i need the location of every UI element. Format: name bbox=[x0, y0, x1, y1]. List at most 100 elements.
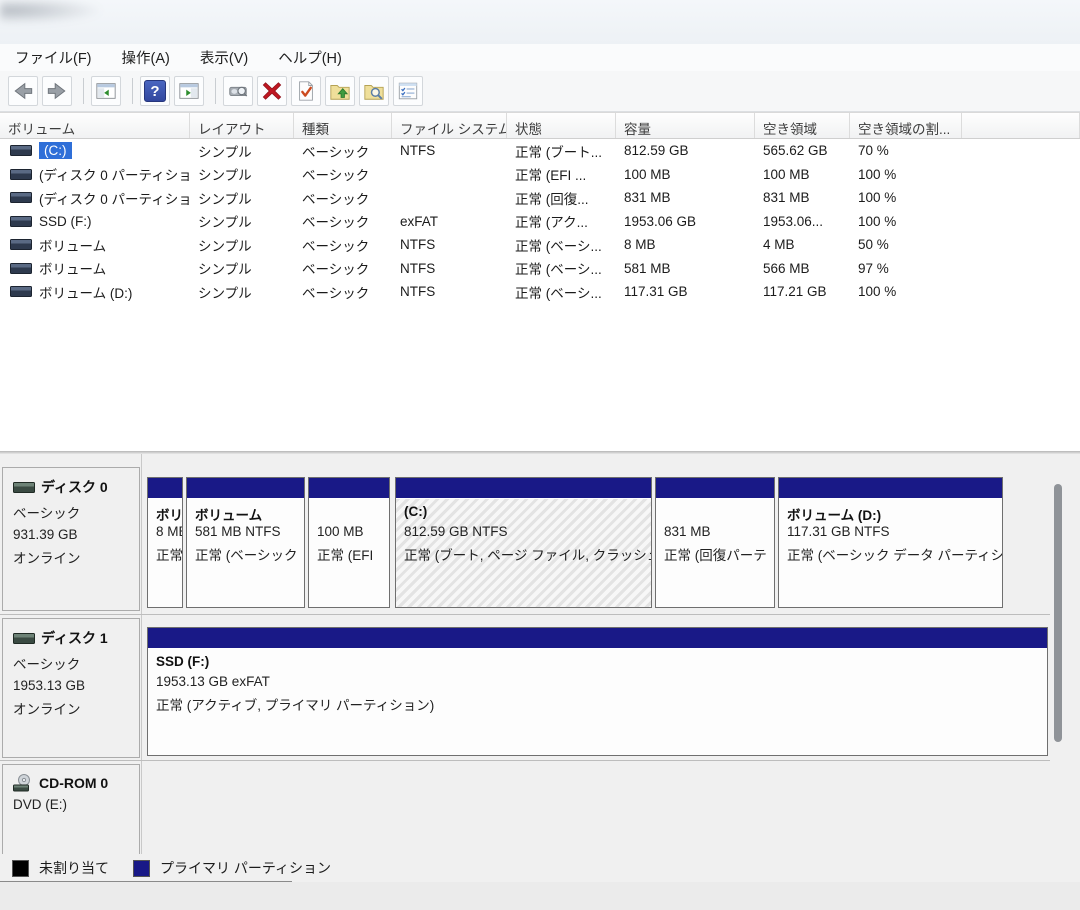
folder-up-icon bbox=[329, 80, 351, 102]
column-header-capacity[interactable]: 容量 bbox=[616, 113, 755, 138]
volume-free: 117.21 GB bbox=[755, 280, 850, 304]
disk-status: オンライン bbox=[13, 698, 129, 718]
delete-icon bbox=[261, 80, 283, 102]
partition-color-bar bbox=[148, 628, 1047, 649]
partition-d-drive[interactable]: ボリューム (D:) 117.31 GB NTFS 正常 (ベーシック データ … bbox=[778, 477, 1003, 608]
help-button[interactable]: ? bbox=[140, 76, 170, 106]
unallocated-label: 未割り当て bbox=[39, 858, 109, 878]
rescan-disks-button[interactable] bbox=[223, 76, 253, 106]
cdrom-icon bbox=[13, 774, 33, 792]
partition-status: 正常 (ベーシック データ パーティシ bbox=[787, 544, 994, 564]
drive-icon bbox=[10, 286, 32, 297]
column-header-layout[interactable]: レイアウト bbox=[190, 113, 294, 138]
partition-color-bar bbox=[187, 478, 304, 499]
partition-status: 正常 ( bbox=[156, 544, 174, 564]
partition-status: 正常 (ベーシック bbox=[195, 544, 296, 564]
drive-icon bbox=[10, 192, 32, 203]
back-icon bbox=[12, 80, 34, 102]
disk-status: オンライン bbox=[13, 547, 129, 567]
cdrom-name: CD-ROM 0 bbox=[39, 775, 108, 791]
legend-underline bbox=[0, 881, 292, 882]
column-header-filesystem[interactable]: ファイル システム bbox=[392, 113, 507, 138]
toolbar-separator bbox=[83, 78, 84, 104]
column-header-free-percent[interactable]: 空き領域の割... bbox=[850, 113, 962, 138]
window-icon-blur bbox=[0, 0, 120, 26]
disk-size: 1953.13 GB bbox=[13, 678, 129, 693]
disk-name: ディスク 1 bbox=[41, 628, 108, 648]
table-row[interactable]: ボリューム シンプル ベーシック NTFS 正常 (ベーシ... 8 MB 4 … bbox=[0, 233, 1080, 257]
table-row[interactable]: (ディスク 0 パーティショ... シンプル ベーシック 正常 (回復... 8… bbox=[0, 186, 1080, 210]
row-filler bbox=[962, 233, 1080, 257]
partition-581mb[interactable]: ボリューム 581 MB NTFS 正常 (ベーシック bbox=[186, 477, 305, 608]
volume-capacity: 100 MB bbox=[616, 163, 755, 187]
title-bar[interactable] bbox=[0, 0, 1080, 44]
disk0-label-panel[interactable]: ディスク 0 ベーシック 931.39 GB オンライン bbox=[2, 467, 140, 611]
column-header-volume[interactable]: ボリューム bbox=[0, 113, 190, 138]
check-document-button[interactable] bbox=[291, 76, 321, 106]
partition-c-drive[interactable]: (C:) 812.59 GB NTFS 正常 (ブート, ページ ファイル, ク… bbox=[395, 477, 652, 608]
delete-button[interactable] bbox=[257, 76, 287, 106]
volume-filesystem: NTFS bbox=[392, 233, 507, 257]
properties-button[interactable] bbox=[393, 76, 423, 106]
menu-action[interactable]: 操作(A) bbox=[107, 44, 185, 71]
disk-kind: ベーシック bbox=[13, 502, 129, 522]
table-row[interactable]: SSD (F:) シンプル ベーシック exFAT 正常 (アク... 1953… bbox=[0, 210, 1080, 234]
volume-layout: シンプル bbox=[190, 210, 294, 234]
volume-free: 831 MB bbox=[755, 186, 850, 210]
table-row[interactable]: (ディスク 0 パーティショ... シンプル ベーシック 正常 (EFI ...… bbox=[0, 163, 1080, 187]
volume-type: ベーシック bbox=[294, 139, 392, 163]
column-header-free-space[interactable]: 空き領域 bbox=[755, 113, 850, 138]
volume-name: (C:) bbox=[39, 142, 72, 159]
volume-name: (ディスク 0 パーティショ... bbox=[39, 188, 190, 208]
column-header-status[interactable]: 状態 bbox=[507, 113, 616, 138]
volume-filesystem: exFAT bbox=[392, 210, 507, 234]
folder-up-button[interactable] bbox=[325, 76, 355, 106]
partition-name bbox=[317, 504, 381, 524]
partition-100mb-efi[interactable]: 100 MB 正常 (EFI bbox=[308, 477, 390, 608]
volume-filesystem: NTFS bbox=[392, 280, 507, 304]
table-row[interactable]: (C:) シンプル ベーシック NTFS 正常 (ブート... 812.59 G… bbox=[0, 139, 1080, 163]
menu-file[interactable]: ファイル(F) bbox=[0, 44, 107, 71]
volume-status: 正常 (ブート... bbox=[507, 139, 616, 163]
disk1-label-panel[interactable]: ディスク 1 ベーシック 1953.13 GB オンライン bbox=[2, 618, 140, 758]
folder-search-button[interactable] bbox=[359, 76, 389, 106]
volume-layout: シンプル bbox=[190, 280, 294, 304]
table-row[interactable]: ボリューム シンプル ベーシック NTFS 正常 (ベーシ... 581 MB … bbox=[0, 257, 1080, 281]
show-console-tree-button[interactable] bbox=[91, 76, 121, 106]
forward-button[interactable] bbox=[42, 76, 72, 106]
volume-name: ボリューム bbox=[39, 235, 106, 255]
column-header-type[interactable]: 種類 bbox=[294, 113, 392, 138]
column-header-filler bbox=[962, 113, 1080, 138]
table-row[interactable]: ボリューム (D:) シンプル ベーシック NTFS 正常 (ベーシ... 11… bbox=[0, 280, 1080, 304]
volume-layout: シンプル bbox=[190, 257, 294, 281]
partition-size: 581 MB NTFS bbox=[195, 524, 296, 544]
partition-status: 正常 (EFI bbox=[317, 544, 381, 564]
volume-filesystem: NTFS bbox=[392, 139, 507, 163]
toolbar-separator bbox=[215, 78, 216, 104]
volume-status: 正常 (ベーシ... bbox=[507, 280, 616, 304]
partition-8mb[interactable]: ボリューム 8 MB 正常 ( bbox=[147, 477, 183, 608]
volume-type: ベーシック bbox=[294, 163, 392, 187]
row-filler bbox=[962, 163, 1080, 187]
partition-size: 8 MB bbox=[156, 524, 174, 544]
toolbar-separator bbox=[132, 78, 133, 104]
volume-free-percent: 100 % bbox=[850, 186, 962, 210]
back-button[interactable] bbox=[8, 76, 38, 106]
volume-layout: シンプル bbox=[190, 139, 294, 163]
partition-name: SSD (F:) bbox=[156, 654, 1039, 674]
partition-color-bar bbox=[779, 478, 1002, 499]
partition-831mb-recovery[interactable]: 831 MB 正常 (回復パーテ bbox=[655, 477, 775, 608]
drive-icon bbox=[10, 239, 32, 250]
vertical-scrollbar-thumb[interactable] bbox=[1054, 484, 1062, 742]
menu-view[interactable]: 表示(V) bbox=[185, 44, 263, 71]
volume-list-header: ボリューム レイアウト 種類 ファイル システム 状態 容量 空き領域 空き領域… bbox=[0, 112, 1080, 139]
volume-filesystem bbox=[392, 186, 507, 210]
menu-bar: ファイル(F) 操作(A) 表示(V) ヘルプ(H) bbox=[0, 44, 1080, 71]
menu-help[interactable]: ヘルプ(H) bbox=[263, 44, 357, 71]
partition-f-drive[interactable]: SSD (F:) 1953.13 GB exFAT 正常 (アクティブ, プライ… bbox=[147, 627, 1048, 756]
drive-icon bbox=[10, 216, 32, 227]
primary-partition-swatch bbox=[133, 860, 150, 877]
disk-icon bbox=[13, 482, 35, 493]
volume-name: (ディスク 0 パーティショ... bbox=[39, 164, 190, 184]
show-action-pane-button[interactable] bbox=[174, 76, 204, 106]
